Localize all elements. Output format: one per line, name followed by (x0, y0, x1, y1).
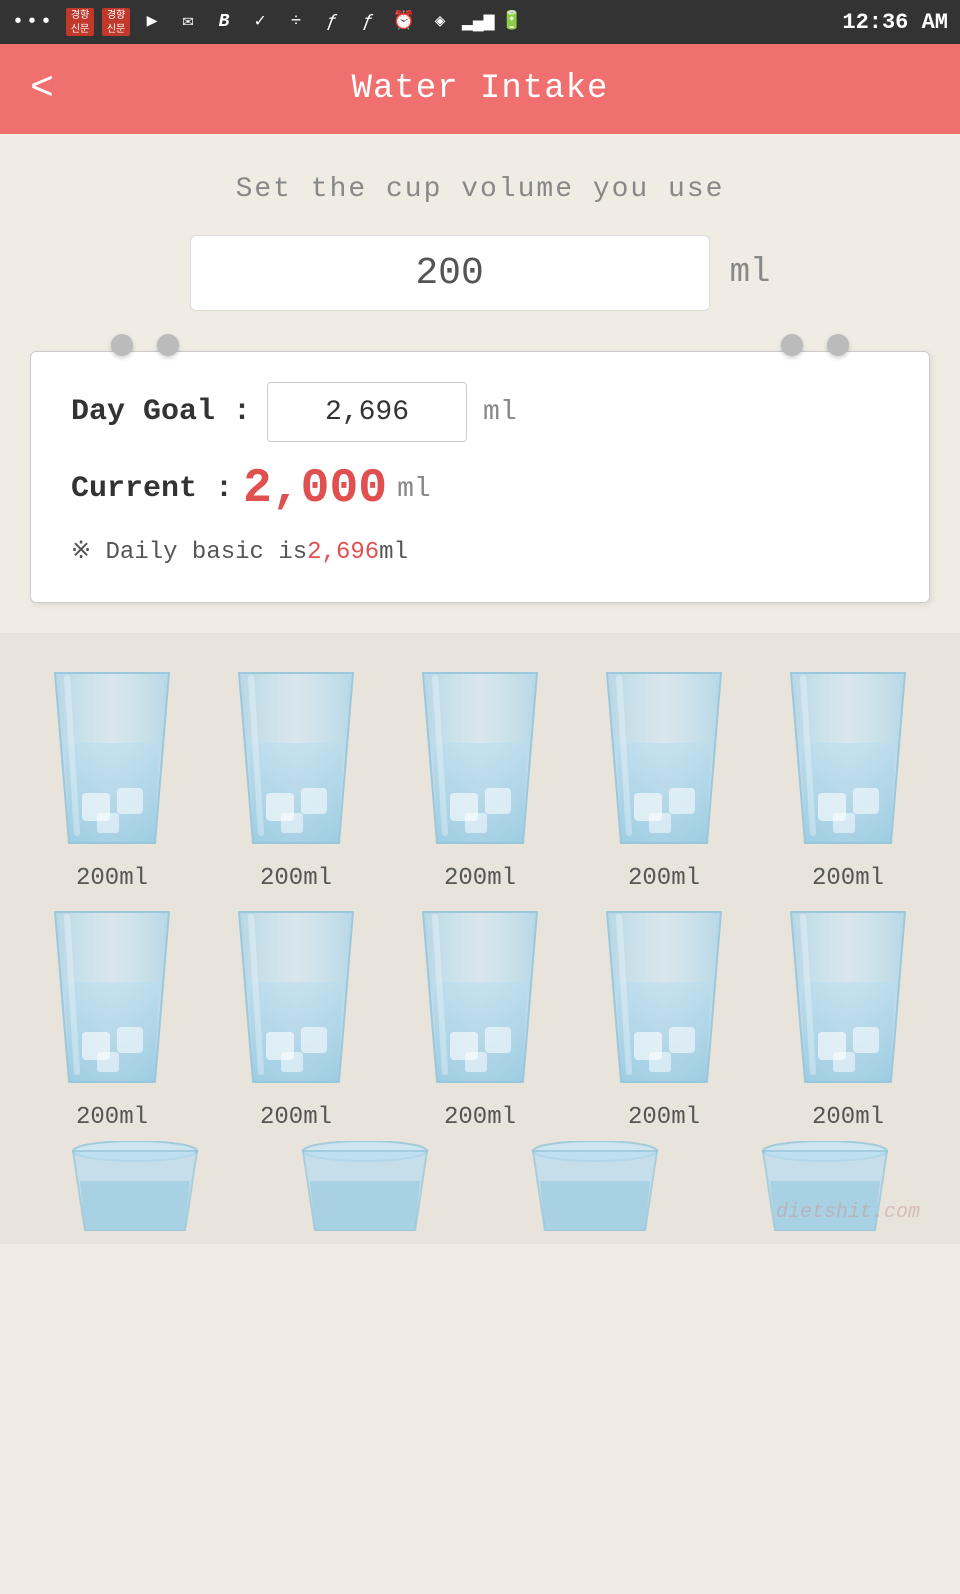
watermark: dietshit.com (20, 1201, 940, 1224)
icon-script1: ƒ (318, 8, 346, 36)
glass-item-2-4[interactable]: 200ml (589, 902, 739, 1131)
glass-label-1-1: 200ml (76, 865, 148, 892)
day-goal-row: Day Goal : ml (71, 382, 889, 442)
glass-label-2-5: 200ml (812, 1104, 884, 1131)
daily-note-text: ※ Daily basic is (71, 539, 307, 566)
glass-label-2-3: 200ml (444, 1104, 516, 1131)
watermark-text: dietshit.com (776, 1201, 920, 1224)
glass-label-1-2: 200ml (260, 865, 332, 892)
glass-label-2-2: 200ml (260, 1104, 332, 1131)
notepad-pins (31, 334, 929, 356)
pin-2 (157, 334, 179, 356)
cup-volume-input[interactable] (190, 235, 710, 311)
daily-note-highlight: 2,696 (307, 539, 379, 566)
glasses-row-1: 200ml 200ml 200ml (20, 663, 940, 892)
glass-item-2-5[interactable]: 200ml (773, 902, 923, 1131)
glass-item-1-1[interactable]: 200ml (37, 663, 187, 892)
status-time: 12:36 AM (842, 10, 948, 35)
pin-4 (827, 334, 849, 356)
pin-1 (111, 334, 133, 356)
current-value: 2,000 (243, 462, 387, 516)
glasses-section: 200ml 200ml 200ml (0, 633, 960, 1244)
daily-note: ※ Daily basic is2,696ml (71, 536, 889, 566)
cup-input-row: ml (30, 235, 930, 311)
glass-item-2-3[interactable]: 200ml (405, 902, 555, 1131)
cup-unit-label: ml (730, 254, 771, 292)
icon-signal: ▂▄▆ (462, 8, 490, 36)
icon-clock: ⏰ (390, 8, 418, 36)
subtitle-text: Set the cup volume you use (30, 174, 930, 205)
icon-wifi: ◈ (426, 8, 454, 36)
icon-korean2: 경향신문 (102, 8, 130, 36)
glass-item-1-4[interactable]: 200ml (589, 663, 739, 892)
glass-item-2-2[interactable]: 200ml (221, 902, 371, 1131)
glass-label-2-4: 200ml (628, 1104, 700, 1131)
current-unit: ml (397, 474, 431, 505)
glass-label-1-3: 200ml (444, 865, 516, 892)
day-goal-label: Day Goal : (71, 395, 251, 429)
icon-bold: B (210, 8, 238, 36)
main-content: Set the cup volume you use ml Day Goal :… (0, 134, 960, 633)
pin-3 (781, 334, 803, 356)
icon-battery: 🔋 (498, 8, 526, 36)
glass-item-1-2[interactable]: 200ml (221, 663, 371, 892)
current-label: Current : (71, 472, 233, 506)
day-goal-input[interactable] (267, 382, 467, 442)
status-dots: ••• (12, 11, 54, 34)
glasses-row-2: 200ml 200ml 200ml (20, 902, 940, 1131)
notepad-card: Day Goal : ml Current : 2,000 ml ※ Daily… (30, 351, 930, 603)
glass-item-2-1[interactable]: 200ml (37, 902, 187, 1131)
back-button[interactable]: < (30, 67, 54, 112)
icon-mail: ✉ (174, 8, 202, 36)
day-goal-unit: ml (483, 397, 517, 428)
icon-check: ✓ (246, 8, 274, 36)
status-bar: ••• 경향신문 경향신문 ▶ ✉ B ✓ ÷ ƒ ƒ ⏰ ◈ ▂▄▆ 🔋 12… (0, 0, 960, 44)
icon-korean1: 경향신문 (66, 8, 94, 36)
glass-label-2-1: 200ml (76, 1104, 148, 1131)
current-row: Current : 2,000 ml (71, 462, 889, 516)
glass-item-1-3[interactable]: 200ml (405, 663, 555, 892)
app-header: < Water Intake (0, 44, 960, 134)
icon-divide: ÷ (282, 8, 310, 36)
daily-note-unit: ml (379, 539, 408, 566)
page-title: Water Intake (352, 70, 609, 108)
icon-script2: ƒ (354, 8, 382, 36)
icon-play: ▶ (138, 8, 166, 36)
glass-label-1-4: 200ml (628, 865, 700, 892)
glass-item-1-5[interactable]: 200ml (773, 663, 923, 892)
glass-label-1-5: 200ml (812, 865, 884, 892)
